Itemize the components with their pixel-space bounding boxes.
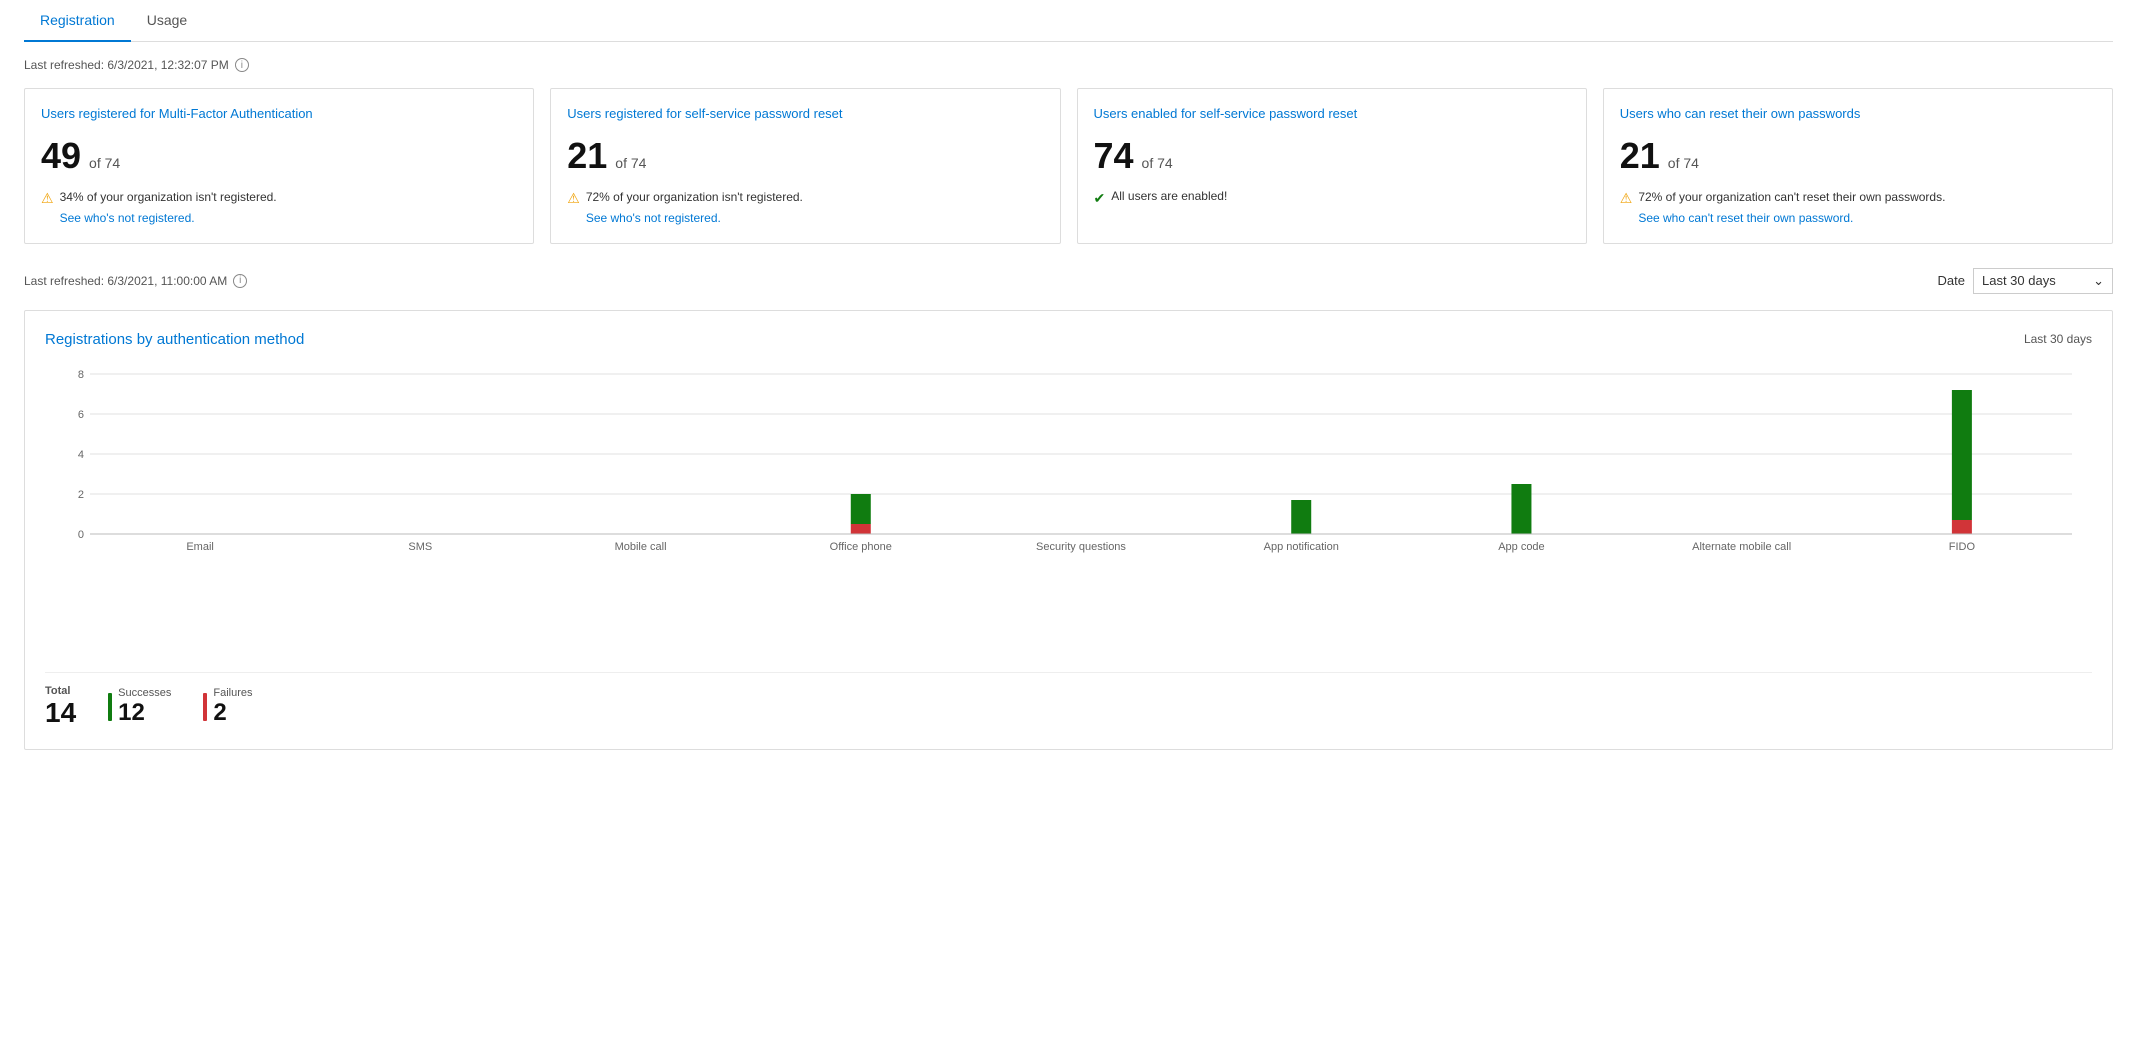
card-warning: ⚠ 72% of your organization isn't registe… [567,189,1043,227]
x-label-5: App notification [1264,541,1339,553]
card-warning-text: 72% of your organization isn't registere… [586,190,803,204]
failure-legend-text: Failures 2 [213,687,252,727]
card-count: 49 of 74 [41,135,517,177]
svg-text:6: 6 [78,409,84,421]
x-label-3: Office phone [830,541,892,553]
chart-section: Registrations by authentication method L… [24,310,2113,750]
top-info-icon[interactable]: i [235,58,249,72]
failure-legend: Failures 2 [203,687,252,727]
bar-failure-3 [851,524,871,534]
chart-area: 0 2 4 6 8 Email SMS Mobile call Office phone Secu… [45,364,2092,624]
card-warning: ⚠ 72% of your organization can't reset t… [1620,189,2096,227]
tab-usage[interactable]: Usage [131,0,203,42]
second-refresh-text: Last refreshed: 6/3/2021, 11:00:00 AM [24,274,227,288]
success-icon: ✔ [1094,190,1106,207]
bar-success-8 [1952,390,1972,520]
date-filter: Date Last 30 days ⌄ [1938,268,2113,294]
sspr-card: Users registered for self-service passwo… [550,88,1060,244]
top-refresh-text: Last refreshed: 6/3/2021, 12:32:07 PM [24,58,229,72]
chart-period: Last 30 days [2024,332,2092,346]
card-big-count: 21 [567,135,607,177]
bar-success-6 [1511,484,1531,534]
x-label-1: SMS [408,541,432,553]
card-link[interactable]: See who's not registered. [60,210,277,227]
card-of-total: of 74 [1668,155,1699,171]
tab-bar: Registration Usage [24,0,2113,42]
success-legend-bar [108,693,112,721]
failure-legend-bar [203,693,207,721]
x-label-7: Alternate mobile call [1692,541,1791,553]
date-dropdown-value: Last 30 days [1982,273,2056,288]
date-filter-label: Date [1938,273,1965,288]
card-of-total: of 74 [615,155,646,171]
date-dropdown[interactable]: Last 30 days ⌄ [1973,268,2113,294]
bar-failure-8 [1952,520,1972,534]
card-count: 21 of 74 [567,135,1043,177]
card-big-count: 74 [1094,135,1134,177]
warn-icon: ⚠ [41,190,54,207]
warn-icon: ⚠ [1620,190,1633,207]
card-link[interactable]: See who's not registered. [586,210,803,227]
card-title: Users who can reset their own passwords [1620,105,2096,123]
second-refresh-line: Last refreshed: 6/3/2021, 11:00:00 AM i [24,274,247,288]
reset-card: Users who can reset their own passwords … [1603,88,2113,244]
card-warning-text: 34% of your organization isn't registere… [60,190,277,204]
x-label-0: Email [186,541,214,553]
card-title: Users enabled for self-service password … [1094,105,1570,123]
svg-text:4: 4 [78,449,84,461]
chart-title: Registrations by authentication method [45,331,304,348]
card-count: 21 of 74 [1620,135,2096,177]
card-success: ✔ All users are enabled! [1094,189,1570,207]
success-value: 12 [118,699,171,727]
chevron-down-icon: ⌄ [2093,273,2104,289]
chart-header: Registrations by authentication method L… [45,331,2092,348]
card-count: 74 of 74 [1094,135,1570,177]
card-title: Users registered for self-service passwo… [567,105,1043,123]
bar-success-5 [1291,500,1311,534]
card-warning: ⚠ 34% of your organization isn't registe… [41,189,517,227]
x-label-8: FIDO [1949,541,1976,553]
failure-label: Failures [213,687,252,699]
x-label-4: Security questions [1036,541,1126,553]
svg-text:0: 0 [78,529,84,541]
bar-success-3 [851,494,871,524]
mfa-card: Users registered for Multi-Factor Authen… [24,88,534,244]
chart-svg: 0 2 4 6 8 Email SMS Mobile call Office phone Secu… [45,364,2092,584]
card-link[interactable]: See who can't reset their own password. [1638,210,1945,227]
svg-text:2: 2 [78,489,84,501]
top-refresh-line: Last refreshed: 6/3/2021, 12:32:07 PM i [24,58,2113,72]
card-big-count: 49 [41,135,81,177]
card-title: Users registered for Multi-Factor Authen… [41,105,517,123]
failure-value: 2 [213,699,252,727]
second-bar: Last refreshed: 6/3/2021, 11:00:00 AM i … [24,268,2113,294]
card-of-total: of 74 [1142,155,1173,171]
x-label-2: Mobile call [615,541,667,553]
success-legend: Successes 12 [108,687,171,727]
total-section: Total 14 [45,685,76,729]
summary-cards: Users registered for Multi-Factor Authen… [24,88,2113,244]
card-success-text: All users are enabled! [1111,189,1227,203]
svg-text:8: 8 [78,369,84,381]
card-warning-text: 72% of your organization can't reset the… [1638,190,1945,204]
chart-footer: Total 14 Successes 12 Failures 2 [45,672,2092,729]
success-legend-text: Successes 12 [118,687,171,727]
card-big-count: 21 [1620,135,1660,177]
success-label: Successes [118,687,171,699]
x-label-6: App code [1498,541,1544,553]
card-of-total: of 74 [89,155,120,171]
total-label: Total [45,685,76,697]
second-info-icon[interactable]: i [233,274,247,288]
tab-registration[interactable]: Registration [24,0,131,42]
warn-icon: ⚠ [567,190,580,207]
total-value: 14 [45,697,76,729]
enabled-card: Users enabled for self-service password … [1077,88,1587,244]
